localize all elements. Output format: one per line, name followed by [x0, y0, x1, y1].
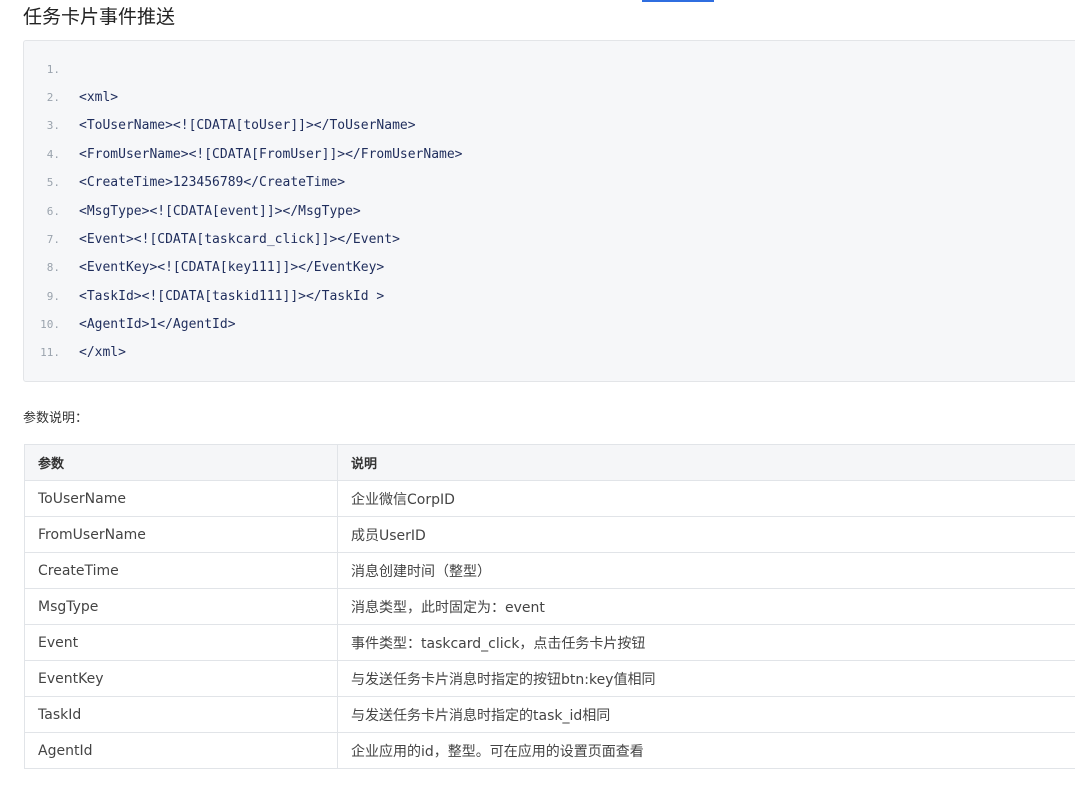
- param-name: Event: [24, 624, 338, 661]
- param-desc: 消息类型，此时固定为：event: [337, 588, 1075, 625]
- param-desc: 事件类型：taskcard_click，点击任务卡片按钮: [337, 624, 1075, 661]
- line-number: 4.: [46, 148, 60, 161]
- param-desc: 成员UserID: [337, 516, 1075, 553]
- header-param: 参数: [24, 444, 338, 481]
- param-desc: 与发送任务卡片消息时指定的task_id相同: [337, 696, 1075, 733]
- section-heading: 任务卡片事件推送: [23, 6, 176, 28]
- top-tab-indicator: [642, 0, 714, 2]
- code-text: <EventKey><![CDATA[key111]]></EventKey>: [79, 260, 385, 275]
- header-desc: 说明: [337, 444, 1075, 481]
- param-name: CreateTime: [24, 552, 338, 589]
- param-desc: 与发送任务卡片消息时指定的按钮btn:key值相同: [337, 660, 1075, 697]
- param-name: TaskId: [24, 696, 338, 733]
- table-row: FromUserName 成员UserID: [24, 516, 1075, 553]
- table-row: MsgType 消息类型，此时固定为：event: [24, 588, 1075, 625]
- table-row: AgentId 企业应用的id，整型。可在应用的设置页面查看: [24, 732, 1075, 769]
- code-text: <AgentId>1</AgentId>: [79, 317, 236, 332]
- params-label: 参数说明：: [23, 411, 89, 426]
- line-number: 5.: [46, 176, 60, 189]
- code-text: <CreateTime>123456789</CreateTime>: [79, 175, 346, 190]
- line-number: 1.: [46, 63, 60, 76]
- table-row: ToUserName 企业微信CorpID: [24, 480, 1075, 517]
- param-name: AgentId: [24, 732, 338, 769]
- param-name: MsgType: [24, 588, 338, 625]
- param-name: ToUserName: [24, 480, 338, 517]
- param-name: FromUserName: [24, 516, 338, 553]
- table-row: Event 事件类型：taskcard_click，点击任务卡片按钮: [24, 624, 1075, 661]
- line-number: 2.: [46, 91, 60, 104]
- param-name: EventKey: [24, 660, 338, 697]
- param-desc: 消息创建时间（整型）: [337, 552, 1075, 589]
- code-text: <ToUserName><![CDATA[toUser]]></ToUserNa…: [79, 118, 416, 133]
- line-number: 8.: [46, 261, 60, 274]
- code-text: <FromUserName><![CDATA[FromUser]]></From…: [79, 147, 463, 162]
- code-block: 1. 2. <xml> 3. <ToUserName><![CDATA[toUs…: [23, 40, 1075, 382]
- table-row: CreateTime 消息创建时间（整型）: [24, 552, 1075, 589]
- table-header-row: 参数 说明: [24, 444, 1075, 481]
- line-number: 6.: [46, 205, 60, 218]
- line-number: 10.: [40, 318, 60, 331]
- code-text: <TaskId><![CDATA[taskid111]]></TaskId >: [79, 289, 385, 304]
- param-desc: 企业应用的id，整型。可在应用的设置页面查看: [337, 732, 1075, 769]
- table-row: TaskId 与发送任务卡片消息时指定的task_id相同: [24, 696, 1075, 733]
- line-number: 7.: [46, 233, 60, 246]
- table-row: EventKey 与发送任务卡片消息时指定的按钮btn:key值相同: [24, 660, 1075, 697]
- line-number: 11.: [40, 346, 60, 359]
- code-text: </xml>: [79, 345, 126, 360]
- params-table: 参数 说明 ToUserName 企业微信CorpID FromUserName…: [24, 444, 1075, 769]
- param-desc: 企业微信CorpID: [337, 480, 1075, 517]
- line-number: 3.: [46, 119, 60, 132]
- code-text: <MsgType><![CDATA[event]]></MsgType>: [79, 204, 361, 219]
- code-text: <Event><![CDATA[taskcard_click]]></Event…: [79, 232, 400, 247]
- code-text: <xml>: [79, 90, 119, 105]
- line-number: 9.: [46, 290, 60, 303]
